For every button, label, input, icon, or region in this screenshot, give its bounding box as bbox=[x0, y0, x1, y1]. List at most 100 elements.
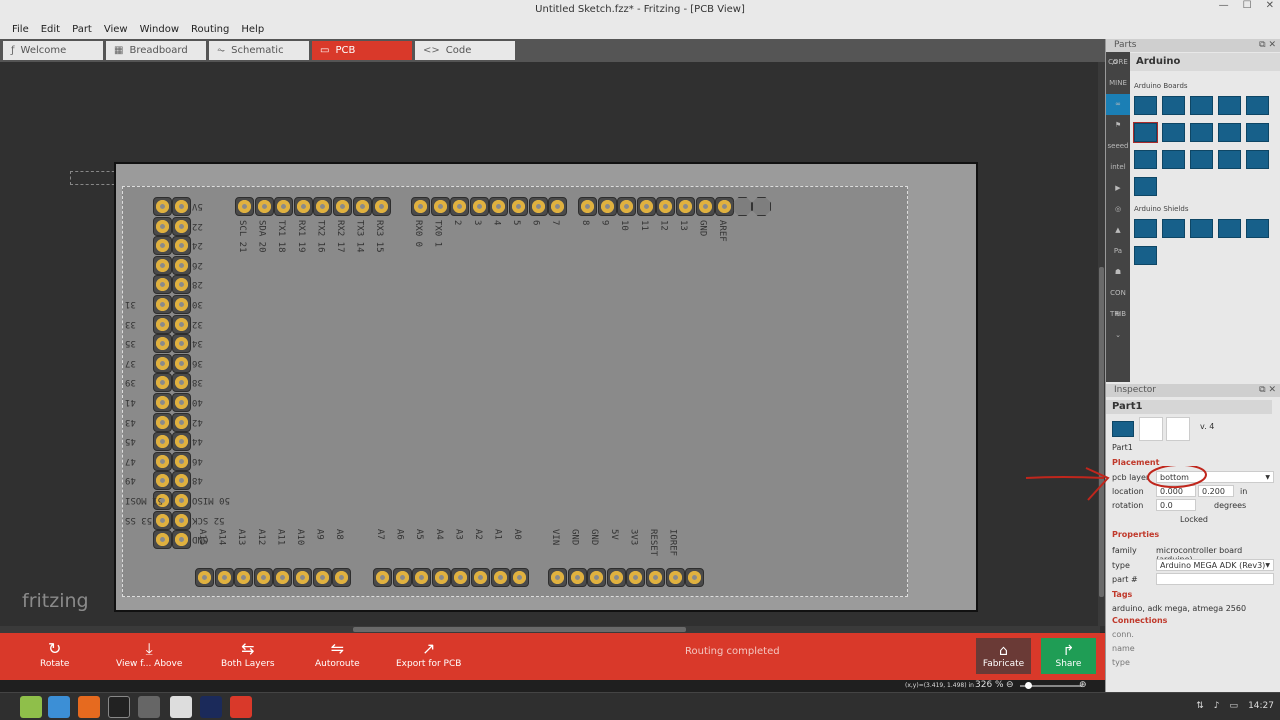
pin-pad[interactable] bbox=[254, 197, 274, 216]
parts-bin-tab[interactable]: ▶ bbox=[1106, 178, 1130, 199]
pin-pad[interactable] bbox=[373, 568, 392, 587]
pin-pad[interactable] bbox=[172, 255, 191, 275]
part-thumbnail[interactable] bbox=[1218, 96, 1241, 115]
part-thumbnail[interactable] bbox=[1162, 96, 1185, 115]
pin-pad[interactable] bbox=[646, 568, 665, 587]
network-icon[interactable]: ⇅ bbox=[1196, 701, 1204, 711]
pin-pad[interactable] bbox=[153, 216, 172, 236]
pin-pad[interactable] bbox=[234, 568, 254, 587]
pin-pad[interactable] bbox=[172, 314, 191, 334]
close-icon[interactable]: ⧉ ✕ bbox=[1259, 39, 1276, 52]
parts-bin-tab[interactable]: ▲ bbox=[1106, 220, 1130, 241]
menu-routing[interactable]: Routing bbox=[185, 24, 235, 35]
terminal-icon[interactable] bbox=[108, 696, 130, 718]
pin-pad[interactable] bbox=[451, 568, 471, 587]
pin-pad[interactable] bbox=[153, 275, 172, 295]
pin-pad[interactable] bbox=[293, 197, 313, 216]
pcb-canvas[interactable]: 5V 22 24 26 28 30 32 34 36 38 40 42 44 46 48 50 MISO 52 … bbox=[0, 62, 1105, 632]
pin-pad[interactable] bbox=[587, 568, 607, 587]
pin-pad[interactable] bbox=[153, 393, 172, 412]
zoom-out-icon[interactable]: ⊖ bbox=[1006, 680, 1014, 690]
part-thumbnail[interactable] bbox=[1190, 96, 1213, 115]
part-thumbnail[interactable] bbox=[1246, 123, 1269, 142]
pin-pad[interactable] bbox=[214, 568, 234, 587]
tab-breadboard[interactable]: ▦ Breadboard bbox=[106, 41, 206, 60]
locked-checkbox[interactable]: Locked bbox=[1180, 515, 1208, 524]
close-icon[interactable]: ⧉ ✕ bbox=[1259, 384, 1276, 397]
pin-pad[interactable] bbox=[528, 197, 548, 216]
menu-part[interactable]: Part bbox=[66, 24, 98, 35]
pin-pad[interactable] bbox=[153, 530, 172, 550]
pin-pad[interactable] bbox=[636, 197, 656, 216]
pin-pad[interactable] bbox=[510, 568, 530, 587]
pin-pad[interactable] bbox=[172, 373, 191, 393]
pin-pad[interactable] bbox=[450, 197, 470, 216]
pin-pad[interactable] bbox=[312, 568, 332, 587]
pin-pad[interactable] bbox=[685, 568, 705, 587]
pin-pad[interactable] bbox=[172, 510, 191, 530]
parts-bin-tab[interactable]: MINE bbox=[1106, 73, 1130, 94]
pin-pad[interactable] bbox=[172, 412, 191, 432]
rotate-button[interactable]: ↻ Rotate bbox=[40, 639, 69, 669]
tab-welcome[interactable]: ƒ Welcome bbox=[3, 41, 103, 60]
pin-pad[interactable] bbox=[333, 197, 352, 216]
pin-pad[interactable] bbox=[293, 568, 312, 587]
pin-pad[interactable] bbox=[172, 491, 191, 510]
pin-pad[interactable] bbox=[153, 412, 172, 432]
part-thumbnail[interactable] bbox=[1162, 123, 1185, 142]
pin-pad[interactable] bbox=[392, 568, 412, 587]
pin-pad[interactable] bbox=[411, 197, 430, 216]
pin-pad[interactable] bbox=[273, 568, 293, 587]
pin-pad[interactable] bbox=[274, 197, 294, 216]
mint-menu-icon[interactable] bbox=[20, 696, 42, 718]
battery-icon[interactable]: ▭ bbox=[1230, 701, 1239, 711]
pin-pad[interactable] bbox=[715, 197, 735, 216]
shield-thumbnail[interactable] bbox=[1162, 219, 1185, 238]
pin-pad[interactable] bbox=[235, 197, 254, 216]
search-icon[interactable]: ⌕ bbox=[1112, 55, 1118, 69]
app-icon[interactable] bbox=[200, 696, 222, 718]
pin-pad[interactable] bbox=[431, 568, 451, 587]
pin-pad[interactable] bbox=[172, 236, 191, 256]
pin-pad[interactable] bbox=[172, 275, 191, 295]
pin-pad[interactable] bbox=[430, 197, 450, 216]
firefox-icon[interactable] bbox=[78, 696, 100, 718]
pin-pad[interactable] bbox=[153, 451, 172, 471]
part-thumbnail[interactable] bbox=[1134, 150, 1157, 169]
tab-code[interactable]: <> Code bbox=[415, 41, 515, 60]
parts-bin-tab[interactable]: Pa bbox=[1106, 241, 1130, 262]
pin-pad[interactable] bbox=[567, 568, 587, 587]
pin-pad[interactable] bbox=[172, 197, 191, 216]
menu-help[interactable]: Help bbox=[235, 24, 270, 35]
pin-pad[interactable] bbox=[656, 197, 676, 216]
autoroute-button[interactable]: ⇋ Autoroute bbox=[315, 639, 360, 669]
minimize-icon[interactable]: — bbox=[1219, 0, 1229, 19]
pin-pad[interactable] bbox=[548, 568, 567, 587]
shield-thumbnail[interactable] bbox=[1134, 246, 1157, 265]
pin-pad[interactable] bbox=[469, 197, 489, 216]
part-thumbnail[interactable] bbox=[1133, 122, 1158, 143]
parts-bin-tab[interactable]: seeed bbox=[1106, 136, 1130, 157]
pin-pad[interactable] bbox=[153, 353, 172, 373]
pin-pad[interactable] bbox=[313, 197, 333, 216]
pin-pad[interactable] bbox=[172, 216, 191, 236]
pin-pad[interactable] bbox=[617, 197, 637, 216]
export-pcb-button[interactable]: ↗ Export for PCB bbox=[396, 639, 461, 669]
maximize-icon[interactable]: ☐ bbox=[1243, 0, 1252, 19]
fabricate-button[interactable]: ⌂ Fabricate bbox=[976, 638, 1031, 674]
pin-pad[interactable] bbox=[471, 568, 490, 587]
parts-bin-tab[interactable]: ◎ bbox=[1106, 199, 1130, 220]
shield-thumbnail[interactable] bbox=[1134, 219, 1157, 238]
parts-bin-tab[interactable]: CON TRIB bbox=[1106, 283, 1130, 318]
pin-pad[interactable] bbox=[172, 530, 191, 550]
pcb-board[interactable]: 5V 22 24 26 28 30 32 34 36 38 40 42 44 46 48 50 MISO 52 … bbox=[114, 162, 978, 612]
pin-pad[interactable] bbox=[153, 510, 172, 530]
close-icon[interactable]: ✕ bbox=[1266, 0, 1274, 19]
pin-pad[interactable] bbox=[172, 393, 191, 412]
part-thumbnail[interactable] bbox=[1190, 123, 1213, 142]
pin-pad[interactable] bbox=[172, 353, 191, 373]
view-from-above-button[interactable]: ⤓ View f... Above bbox=[116, 639, 182, 669]
pin-pad[interactable] bbox=[172, 334, 191, 354]
clock[interactable]: 14:27 bbox=[1248, 701, 1274, 711]
files-icon[interactable] bbox=[48, 696, 70, 718]
